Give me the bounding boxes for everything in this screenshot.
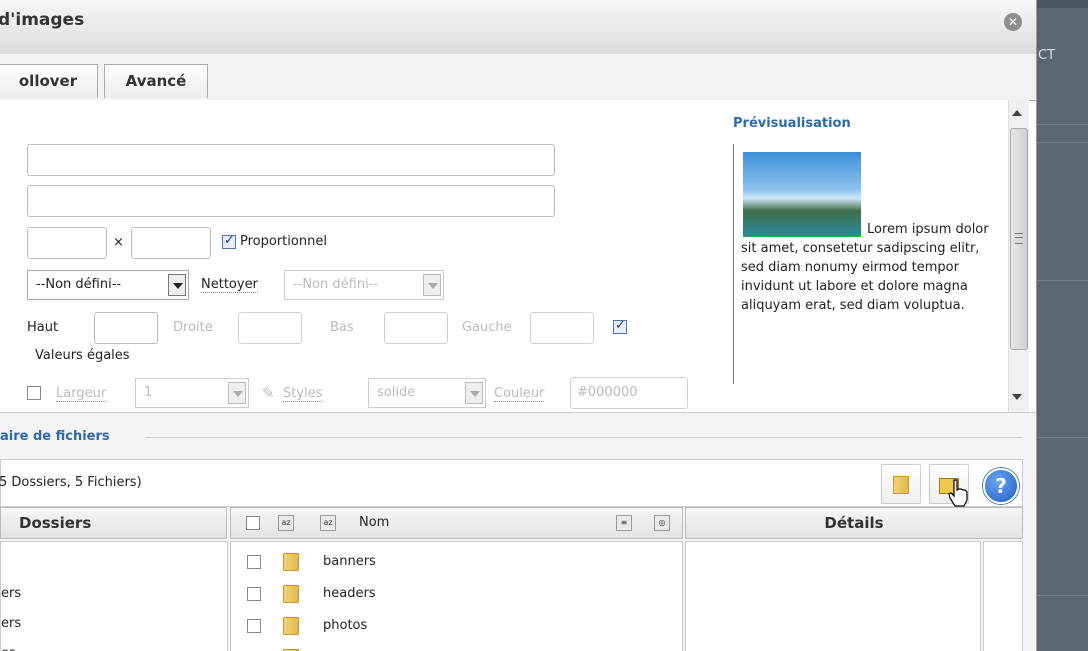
- clean-select-value: --Non défini--: [293, 277, 379, 292]
- binoculars-icon[interactable]: ◎: [654, 515, 670, 531]
- sort-za-icon[interactable]: az: [320, 515, 336, 531]
- row-checkbox[interactable]: [247, 619, 261, 633]
- chevron-down-icon: [228, 382, 246, 404]
- folders-column-header: Dossiers: [0, 507, 227, 539]
- background-divider: [1030, 142, 1088, 143]
- list-item[interactable]: sampledata: [231, 644, 682, 651]
- border-style-select: solide: [368, 378, 486, 408]
- properties-scrollbar[interactable]: [1008, 100, 1029, 412]
- dialog-titlebar[interactable]: d'images ✕: [0, 0, 1036, 55]
- times-sign: ×: [113, 235, 124, 250]
- preview-text: Lorem ipsum dolor sit amet, consetetur s…: [741, 222, 989, 313]
- equal-values-checkbox[interactable]: [613, 318, 627, 334]
- item-name: banners: [323, 554, 376, 569]
- equal-values-label: Valeurs égales: [35, 348, 130, 363]
- details-column-header: Détails: [685, 507, 1023, 539]
- details-side-panel: [983, 541, 1023, 651]
- new-folder-icon: [893, 476, 909, 494]
- align-select-value: --Non défini--: [36, 277, 122, 292]
- help-button[interactable]: ?: [983, 468, 1019, 504]
- item-name: photos: [323, 618, 368, 633]
- border-checkbox[interactable]: [27, 386, 41, 400]
- dialog-title: d'images: [0, 10, 85, 30]
- folder-tree-item[interactable]: es: [1, 646, 16, 651]
- background-divider: [1030, 437, 1088, 438]
- folder-icon: [283, 585, 299, 603]
- folder-tree-item[interactable]: ers: [1, 616, 21, 631]
- preview-panel: Prévisualisation Lorem ipsum dolor sit a…: [733, 116, 993, 396]
- tab-bar: ollover Avancé: [0, 54, 1036, 101]
- chevron-down-icon: [168, 274, 186, 296]
- tab-advanced[interactable]: Avancé: [104, 64, 208, 98]
- align-select[interactable]: --Non défini--: [27, 270, 189, 300]
- text-field[interactable]: [27, 144, 555, 176]
- folder-file-count: 5 Dossiers, 5 Fichiers): [0, 475, 142, 490]
- background-divider: [1030, 280, 1088, 281]
- background-divider: [1030, 124, 1088, 125]
- margin-top-label: Haut: [27, 320, 59, 335]
- scroll-up-icon[interactable]: [1012, 110, 1022, 116]
- preview-divider: [733, 144, 734, 384]
- margin-right-label: Droite: [173, 320, 213, 335]
- new-folder-button[interactable]: [881, 464, 921, 504]
- text-field[interactable]: [27, 185, 555, 217]
- pencil-icon: ✎: [262, 384, 275, 402]
- border-style-value: solide: [377, 385, 416, 400]
- margin-bottom-input: [384, 312, 448, 344]
- list-item[interactable]: banners: [231, 548, 682, 578]
- border-width-select: 1: [135, 378, 249, 408]
- border-width-label: Largeur: [56, 386, 107, 402]
- list-item[interactable]: headers: [231, 580, 682, 610]
- margin-left-input: [530, 312, 594, 344]
- row-checkbox[interactable]: [247, 587, 261, 601]
- folder-icon: [283, 553, 299, 571]
- preview-title: Prévisualisation: [733, 116, 851, 131]
- folder-icon: [283, 617, 299, 635]
- file-manager-toolbar: 5 Dossiers, 5 Fichiers) ?: [0, 459, 1023, 507]
- image-manager-dialog: d'images ✕ ollover Avancé × Proportionne…: [0, 0, 1037, 651]
- background-label: CT: [1038, 48, 1056, 63]
- border-styles-label: Styles: [283, 386, 323, 402]
- border-color-label: Couleur: [494, 386, 545, 402]
- height-input[interactable]: [131, 227, 211, 259]
- border-color-placeholder: #000000: [577, 385, 638, 400]
- item-name: headers: [323, 586, 376, 601]
- tab-rollover[interactable]: ollover: [0, 64, 98, 98]
- file-list: banners headers photos sampledata: [230, 541, 683, 651]
- margin-right-input: [238, 312, 302, 344]
- legend-rule: [146, 437, 1022, 438]
- file-manager-legend: aire de fichiers: [0, 429, 110, 444]
- width-input[interactable]: [27, 227, 107, 259]
- chevron-down-icon: [465, 382, 483, 404]
- row-checkbox[interactable]: [247, 555, 261, 569]
- scroll-thumb[interactable]: [1010, 128, 1028, 350]
- select-all-checkbox[interactable]: [246, 516, 260, 530]
- folder-tree-item[interactable]: ers: [1, 586, 21, 601]
- close-icon[interactable]: ✕: [1004, 13, 1022, 31]
- border-width-value: 1: [144, 385, 153, 400]
- margin-left-label: Gauche: [462, 320, 512, 335]
- files-column-header: az az Nom ≡ ◎: [230, 507, 683, 539]
- list-item[interactable]: photos: [231, 612, 682, 642]
- name-column-label[interactable]: Nom: [359, 508, 389, 538]
- grip-icon: [1015, 233, 1023, 244]
- margin-bottom-label: Bas: [330, 320, 354, 335]
- clean-label[interactable]: Nettoyer: [201, 277, 258, 293]
- scroll-down-icon[interactable]: [1012, 394, 1022, 400]
- border-color-input: #000000: [570, 377, 688, 409]
- margin-top-input[interactable]: [94, 312, 158, 344]
- folder-tree: ers ers es: [0, 541, 228, 651]
- proportional-checkbox[interactable]: [222, 233, 236, 249]
- view-details-icon[interactable]: ≡: [616, 515, 632, 531]
- background-divider: [1030, 595, 1088, 596]
- proportional-label: Proportionnel: [240, 234, 327, 249]
- file-manager: aire de fichiers 5 Dossiers, 5 Fichiers)…: [0, 412, 1036, 651]
- hand-cursor-icon: [948, 479, 968, 507]
- clean-select: --Non défini--: [284, 270, 444, 300]
- sort-az-icon[interactable]: az: [278, 515, 294, 531]
- details-panel: [685, 541, 981, 651]
- chevron-down-icon: [423, 274, 441, 296]
- background-panel: CT: [1030, 8, 1088, 651]
